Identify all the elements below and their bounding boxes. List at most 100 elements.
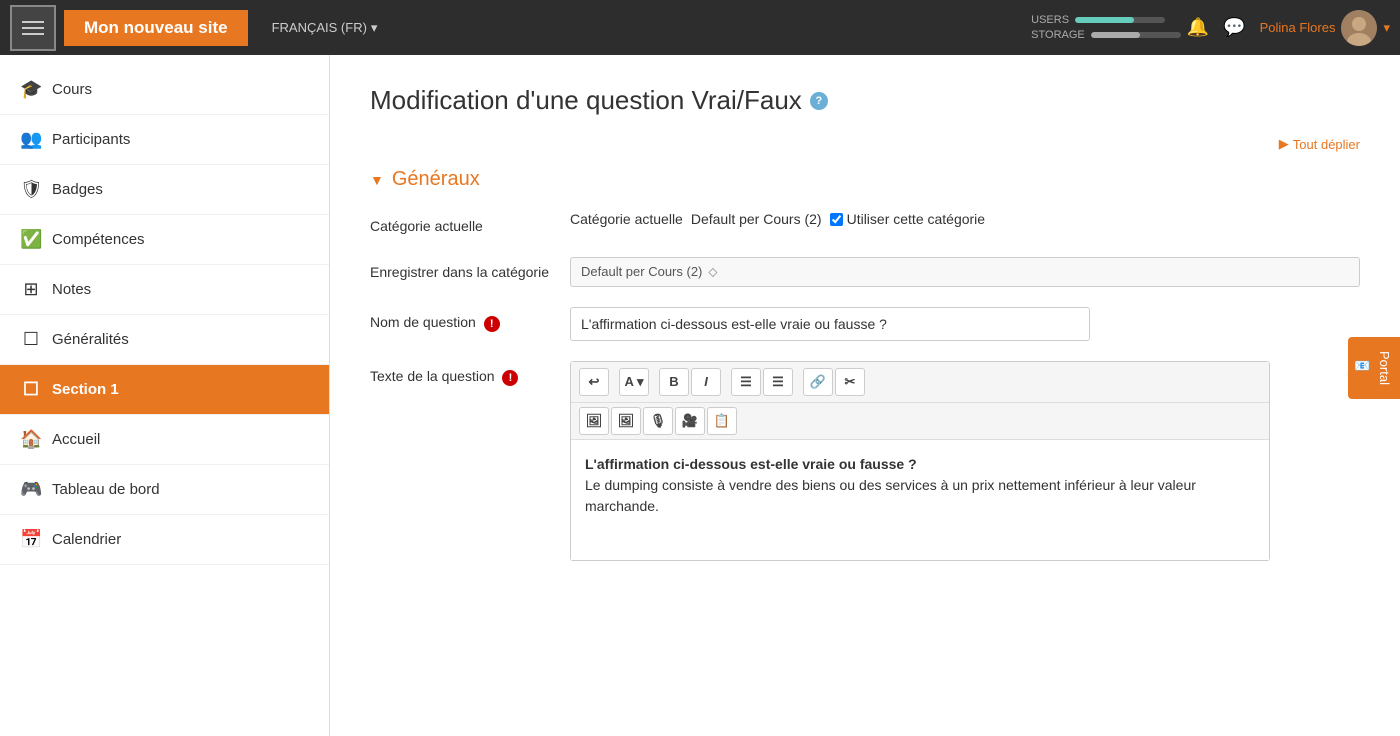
editor-bold-text: L'affirmation ci-dessous est-elle vraie … — [585, 456, 917, 472]
sidebar-label-generalites: Généralités — [52, 331, 129, 348]
tableau-icon: 🎮 — [20, 479, 42, 500]
sidebar-item-competences[interactable]: ✅ Compétences — [0, 215, 329, 265]
form-row-categorie: Catégorie actuelle Catégorie actuelle De… — [370, 211, 1360, 237]
sidebar-label-section1: Section 1 — [52, 381, 119, 398]
tout-deplier-label: Tout déplier — [1293, 137, 1360, 152]
nom-input[interactable] — [570, 307, 1090, 341]
editor-wrapper: ↩ A ▾ B I ☰ ☰ 🔗 ✂ 🖼 — [570, 361, 1270, 561]
label-enregistrer: Enregistrer dans la catégorie — [370, 257, 570, 283]
sidebar-item-tableau[interactable]: 🎮 Tableau de bord — [0, 465, 329, 515]
label-nom: Nom de question ! — [370, 307, 570, 333]
sidebar-item-notes[interactable]: ⊞ Notes — [0, 265, 329, 315]
chat-icon[interactable]: 💬 — [1223, 17, 1245, 38]
users-bar-fill — [1075, 17, 1134, 23]
toolbar-undo-button[interactable]: ↩ — [579, 368, 609, 396]
sidebar-item-accueil[interactable]: 🏠 Accueil — [0, 415, 329, 465]
required-icon-texte[interactable]: ! — [502, 370, 518, 386]
form-row-nom: Nom de question ! — [370, 307, 1360, 341]
calendrier-icon: 📅 — [20, 529, 42, 550]
topnav-right: 🔔 💬 Polina Flores ▾ — [1187, 10, 1390, 46]
cours-icon: 🎓 — [20, 79, 42, 100]
portal-icon: 📧 — [1356, 360, 1371, 376]
tout-deplier-button[interactable]: ▶ Tout déplier — [370, 136, 1360, 152]
layout: 🎓 Cours 👥 Participants 🛡 Badges ✅ Compét… — [0, 55, 1400, 736]
sidebar-label-cours: Cours — [52, 81, 92, 98]
editor-paragraph: Le dumping consiste à vendre des biens o… — [585, 475, 1255, 517]
label-categorie: Catégorie actuelle — [370, 211, 570, 237]
page-title-area: Modification d'une question Vrai/Faux ? — [370, 85, 1360, 116]
editor-content[interactable]: L'affirmation ci-dessous est-elle vraie … — [571, 440, 1269, 560]
toolbar-font-button[interactable]: A ▾ — [619, 368, 649, 396]
utiliser-checkbox[interactable] — [830, 213, 843, 226]
dropdown-value: Default per Cours (2) — [581, 264, 702, 279]
value-texte: ↩ A ▾ B I ☰ ☰ 🔗 ✂ 🖼 — [570, 361, 1360, 561]
sidebar-label-accueil: Accueil — [52, 431, 100, 448]
storage-label: STORAGE — [1031, 29, 1085, 41]
category-value: Default per Cours (2) — [691, 211, 822, 227]
users-bar — [1075, 17, 1165, 23]
notes-icon: ⊞ — [20, 279, 42, 300]
bell-icon[interactable]: 🔔 — [1187, 17, 1209, 38]
sidebar: 🎓 Cours 👥 Participants 🛡 Badges ✅ Compét… — [0, 55, 330, 736]
toolbar-italic-button[interactable]: I — [691, 368, 721, 396]
main-content: Modification d'une question Vrai/Faux ? … — [330, 55, 1400, 736]
toolbar-olist-button[interactable]: ☰ — [763, 368, 793, 396]
participants-icon: 👥 — [20, 129, 42, 150]
value-enregistrer: Default per Cours (2) ⬦ — [570, 257, 1360, 287]
editor-toolbar-row2: 🖼 🖼 🎙 🎥 📋 — [571, 403, 1269, 440]
label-nom-text: Nom de question — [370, 314, 476, 330]
sidebar-item-badges[interactable]: 🛡 Badges — [0, 165, 329, 215]
toolbar-clipboard-button[interactable]: 📋 — [707, 407, 737, 435]
sidebar-label-tableau: Tableau de bord — [52, 481, 160, 498]
section-collapse-icon[interactable]: ▼ — [370, 172, 384, 188]
sidebar-label-competences: Compétences — [52, 231, 145, 248]
form-row-texte: Texte de la question ! ↩ A ▾ B I ☰ ☰ — [370, 361, 1360, 561]
toolbar-audio-button[interactable]: 🎙 — [643, 407, 673, 435]
user-name: Polina Flores — [1260, 20, 1336, 35]
language-label: FRANÇAIS (FR) — [272, 20, 367, 35]
sidebar-label-calendrier: Calendrier — [52, 531, 121, 548]
sidebar-item-cours[interactable]: 🎓 Cours — [0, 65, 329, 115]
form-row-enregistrer: Enregistrer dans la catégorie Default pe… — [370, 257, 1360, 287]
users-stat: USERS — [1031, 14, 1181, 26]
toolbar-link-button[interactable]: 🔗 — [803, 368, 833, 396]
site-logo[interactable]: Mon nouveau site — [64, 10, 248, 46]
value-nom — [570, 307, 1360, 341]
toolbar-unlink-button[interactable]: ✂ — [835, 368, 865, 396]
users-label: USERS — [1031, 14, 1069, 26]
dropdown-caret-icon: ⬦ — [708, 264, 717, 280]
storage-bar — [1091, 32, 1181, 38]
language-selector[interactable]: FRANÇAIS (FR) ▾ — [264, 20, 386, 36]
section-generaux-label: Généraux — [392, 168, 480, 191]
toolbar-bold-button[interactable]: B — [659, 368, 689, 396]
accueil-icon: 🏠 — [20, 429, 42, 450]
category-dropdown[interactable]: Default per Cours (2) ⬦ — [570, 257, 1360, 287]
toolbar-imagefile-button[interactable]: 🖼 — [611, 407, 641, 435]
storage-stat: STORAGE — [1031, 29, 1181, 41]
storage-bar-fill — [1091, 32, 1141, 38]
sidebar-label-participants: Participants — [52, 131, 130, 148]
sidebar-label-notes: Notes — [52, 281, 91, 298]
hamburger-icon — [22, 21, 44, 35]
toolbar-video-button[interactable]: 🎥 — [675, 407, 705, 435]
section1-icon: ☐ — [20, 379, 42, 400]
value-categorie: Catégorie actuelle Default per Cours (2)… — [570, 211, 1360, 227]
portal-tab[interactable]: Portal 📧 — [1348, 337, 1400, 399]
toolbar-ulist-button[interactable]: ☰ — [731, 368, 761, 396]
required-icon-nom[interactable]: ! — [484, 316, 500, 332]
avatar — [1341, 10, 1377, 46]
sidebar-label-badges: Badges — [52, 181, 103, 198]
hamburger-button[interactable] — [10, 5, 56, 51]
sidebar-item-generalites[interactable]: ☐ Généralités — [0, 315, 329, 365]
toolbar-image-button[interactable]: 🖼 — [579, 407, 609, 435]
sidebar-item-participants[interactable]: 👥 Participants — [0, 115, 329, 165]
generalites-icon: ☐ — [20, 329, 42, 350]
help-icon[interactable]: ? — [810, 92, 828, 110]
checkbox-label: Utiliser cette catégorie — [847, 211, 986, 227]
user-menu[interactable]: Polina Flores ▾ — [1260, 10, 1390, 46]
chevron-right-icon: ▶ — [1279, 136, 1289, 152]
sidebar-item-section1[interactable]: ☐ Section 1 — [0, 365, 329, 415]
checkbox-area[interactable]: Utiliser cette catégorie — [830, 211, 986, 227]
sidebar-item-calendrier[interactable]: 📅 Calendrier — [0, 515, 329, 565]
editor-toolbar-row1: ↩ A ▾ B I ☰ ☰ 🔗 ✂ — [571, 362, 1269, 403]
